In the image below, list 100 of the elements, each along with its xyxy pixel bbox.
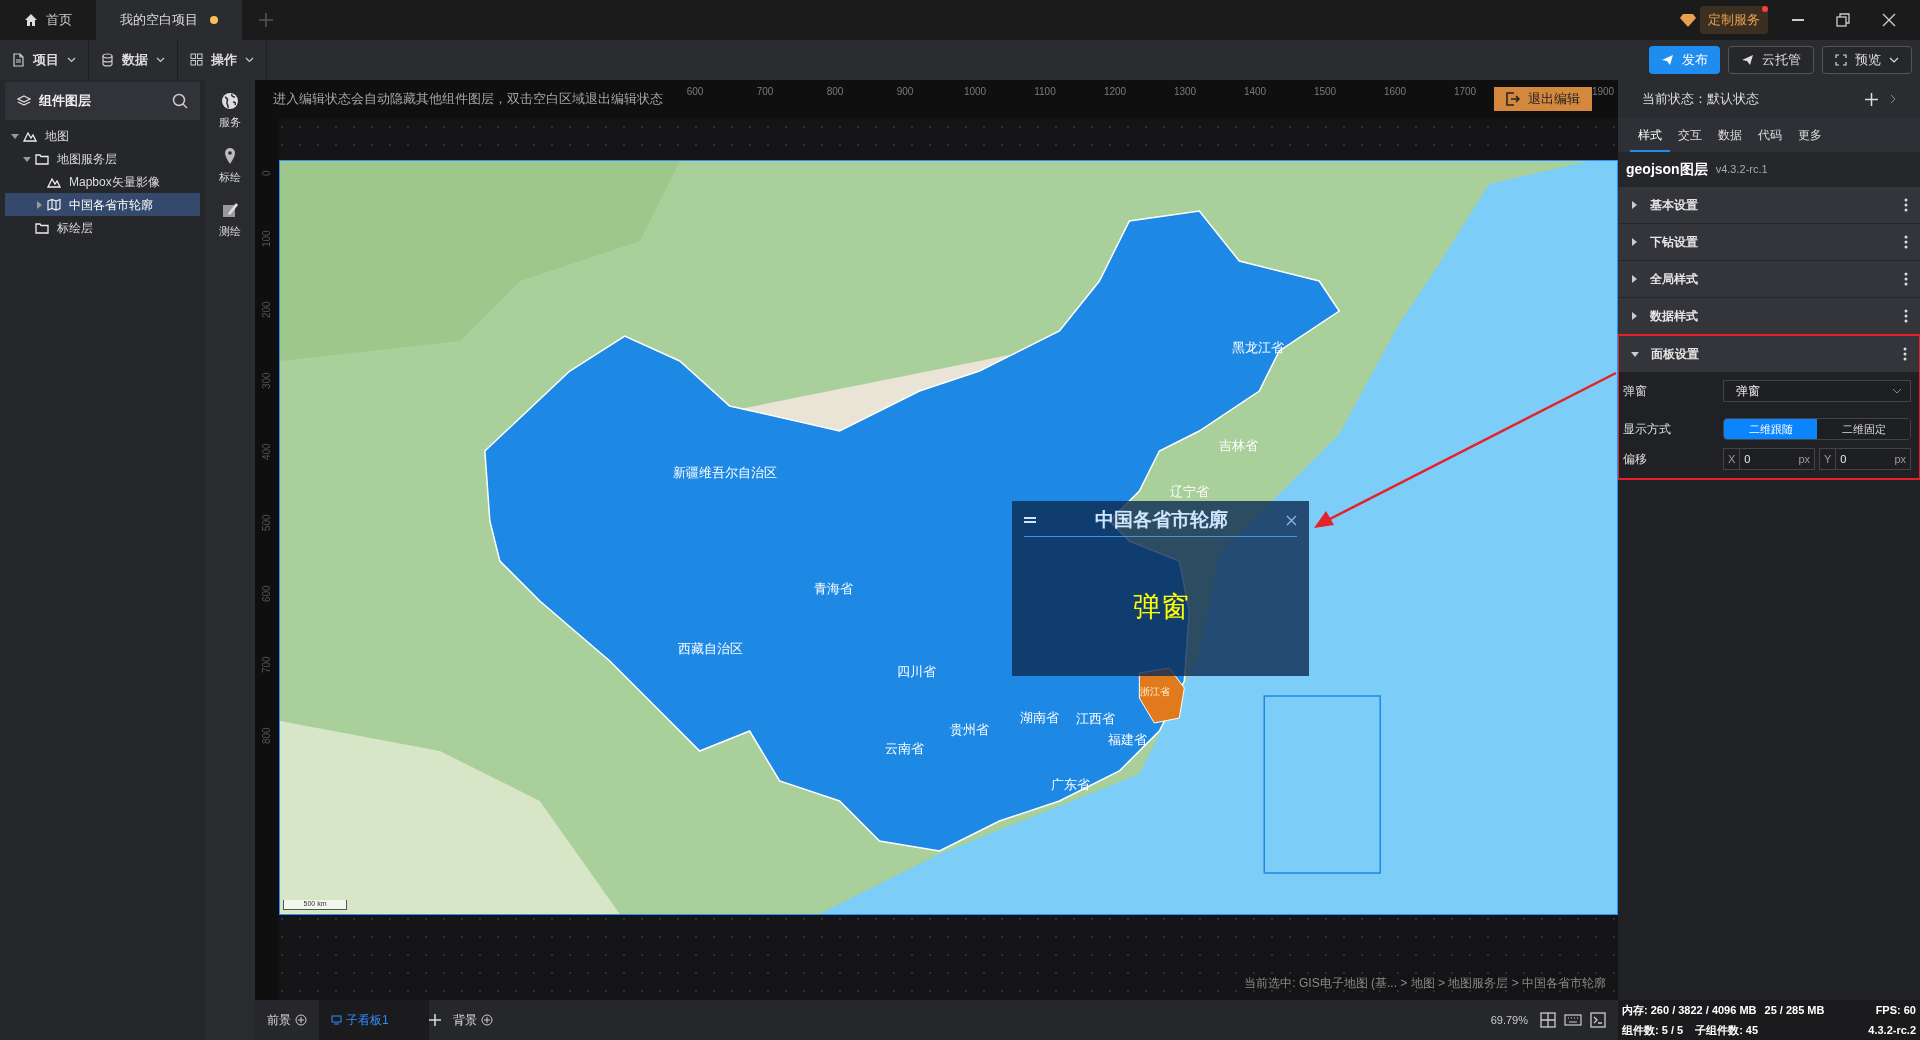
province-label: 贵州省 <box>949 721 989 740</box>
keyboard-icon[interactable] <box>1564 1013 1582 1027</box>
layer-item[interactable]: 地图服务层 <box>5 147 200 170</box>
close-icon[interactable] <box>1882 13 1896 27</box>
more-icon[interactable] <box>1904 235 1908 249</box>
more-icon[interactable] <box>1904 272 1908 286</box>
popup-select[interactable]: 弹窗 <box>1723 380 1911 402</box>
tool-button[interactable]: 测绘 <box>219 201 241 240</box>
exit-icon <box>1506 92 1520 106</box>
ruler-label: 100 <box>262 229 272 247</box>
cloud-hosting-button[interactable]: 云托管 <box>1728 46 1814 74</box>
add-circle-icon[interactable] <box>295 1014 307 1026</box>
fit-icon[interactable] <box>1540 1012 1556 1028</box>
layer-version: v4.3.2-rc.1 <box>1715 161 1768 177</box>
caret-right-icon <box>1630 238 1638 246</box>
custom-service-button[interactable]: 定制服务 <box>1700 6 1768 34</box>
globe-icon <box>221 92 239 110</box>
layer-item[interactable]: 标绘层 <box>5 216 200 239</box>
version: 4.3.2-rc.2 <box>1868 1022 1916 1038</box>
folder-icon <box>35 220 49 235</box>
province-label: 西藏自治区 <box>677 640 743 659</box>
terminal-icon[interactable] <box>1590 1012 1606 1028</box>
panel-tab[interactable]: 数据 <box>1710 126 1750 152</box>
popup-title: 中国各省市轮廓 <box>1093 508 1229 533</box>
board-tab[interactable]: 背景 <box>441 1000 505 1040</box>
exit-edit-button[interactable]: 退出编辑 <box>1494 87 1592 111</box>
add-circle-icon[interactable] <box>481 1014 493 1026</box>
display-mode-option[interactable]: 二维跟随 <box>1724 419 1817 439</box>
layers-icon <box>17 94 31 108</box>
ruler-label: 1700 <box>1453 85 1477 99</box>
caret-right-icon <box>1630 201 1638 209</box>
field-label: 弹窗 <box>1623 383 1648 400</box>
ruler-label: 1000 <box>963 85 987 99</box>
field-label: 偏移 <box>1623 451 1648 468</box>
province-label: 福建省 <box>1107 731 1147 750</box>
board-tab[interactable]: 前景 <box>255 1000 319 1040</box>
section-header[interactable]: 下钻设置 <box>1618 224 1920 260</box>
gpu-memory: 25 / 285 MB <box>1764 1002 1825 1018</box>
panel-tab[interactable]: 交互 <box>1670 126 1710 152</box>
section-header[interactable]: 数据样式 <box>1618 298 1920 334</box>
offset-input[interactable]: Y 0 px <box>1819 448 1911 470</box>
province-label: 浙江省 <box>1140 684 1170 699</box>
ruler-label: 1100 <box>1034 85 1056 99</box>
current-state: 当前状态：默认状态 <box>1642 90 1759 109</box>
ruler-label: 1200 <box>1103 85 1127 99</box>
offset-input[interactable]: X 0 px <box>1723 448 1815 470</box>
panel-tab[interactable]: 更多 <box>1790 126 1830 152</box>
document-icon <box>12 53 25 67</box>
field-label: 显示方式 <box>1623 421 1672 438</box>
section-header[interactable]: 基本设置 <box>1618 187 1920 223</box>
ruler-label: 800 <box>826 85 844 99</box>
fps: FPS: 60 <box>1874 1002 1916 1018</box>
ruler-label: 700 <box>756 85 774 99</box>
preview-button[interactable]: 预览 <box>1822 46 1912 74</box>
send-icon <box>1741 54 1754 66</box>
layer-title: geojson图层 <box>1626 159 1708 179</box>
caret-down-icon <box>11 131 19 140</box>
edit-hint: 进入编辑状态会自动隐藏其他组件图层，双击空白区域退出编辑状态 <box>273 90 663 109</box>
chevron-right-icon[interactable] <box>1890 94 1896 104</box>
ruler-label: 900 <box>896 85 914 99</box>
chevron-down-icon <box>67 57 76 63</box>
more-icon[interactable] <box>1904 309 1908 323</box>
panel-title: 组件图层 <box>39 92 92 111</box>
add-state-icon[interactable] <box>1865 92 1878 106</box>
province-label: 青海省 <box>813 580 853 599</box>
province-label: 四川省 <box>896 663 936 682</box>
ruler-label: 700 <box>262 655 272 673</box>
ruler-label: 500 <box>262 513 272 531</box>
tool-button[interactable]: 服务 <box>219 92 241 131</box>
search-icon[interactable] <box>172 93 188 109</box>
ruler-label: 1300 <box>1173 85 1197 99</box>
menu-icon <box>1024 515 1036 526</box>
popup-body-text: 弹窗 <box>1132 589 1189 624</box>
caret-right-icon <box>1630 275 1638 283</box>
home-icon <box>24 13 38 27</box>
map-icon <box>47 197 61 212</box>
more-icon[interactable] <box>1904 198 1908 212</box>
layer-item[interactable]: 中国各省市轮廓 <box>5 193 200 216</box>
ruler-label: 1900 <box>1591 85 1615 99</box>
add-icon[interactable] <box>429 1014 441 1026</box>
board-tab[interactable]: 子看板1 <box>319 1000 429 1040</box>
province-label: 江西省 <box>1075 710 1115 729</box>
chevron-down-icon <box>1889 57 1899 63</box>
monitor-icon <box>331 1015 342 1025</box>
database-icon <box>101 53 114 67</box>
ruler-label: 300 <box>262 371 272 389</box>
province-label: 新疆维吾尔自治区 <box>673 464 777 483</box>
panel-tab[interactable]: 代码 <box>1750 126 1790 152</box>
tool-button[interactable]: 标绘 <box>219 146 241 185</box>
diamond-icon <box>1680 13 1696 27</box>
layer-item[interactable]: 地图 <box>5 124 200 147</box>
layer-item[interactable]: Mapbox矢量影像 <box>5 170 200 193</box>
ruler-label: 0 <box>262 169 272 176</box>
more-icon[interactable] <box>1903 347 1907 361</box>
section-header[interactable]: 全局样式 <box>1618 261 1920 297</box>
province-label: 云南省 <box>884 740 924 759</box>
restore-icon[interactable] <box>1836 13 1850 27</box>
section-header[interactable]: 面板设置 <box>1619 336 1919 372</box>
chevron-down-icon <box>1892 388 1902 394</box>
tab[interactable]: 我的空白项目 <box>96 0 242 40</box>
